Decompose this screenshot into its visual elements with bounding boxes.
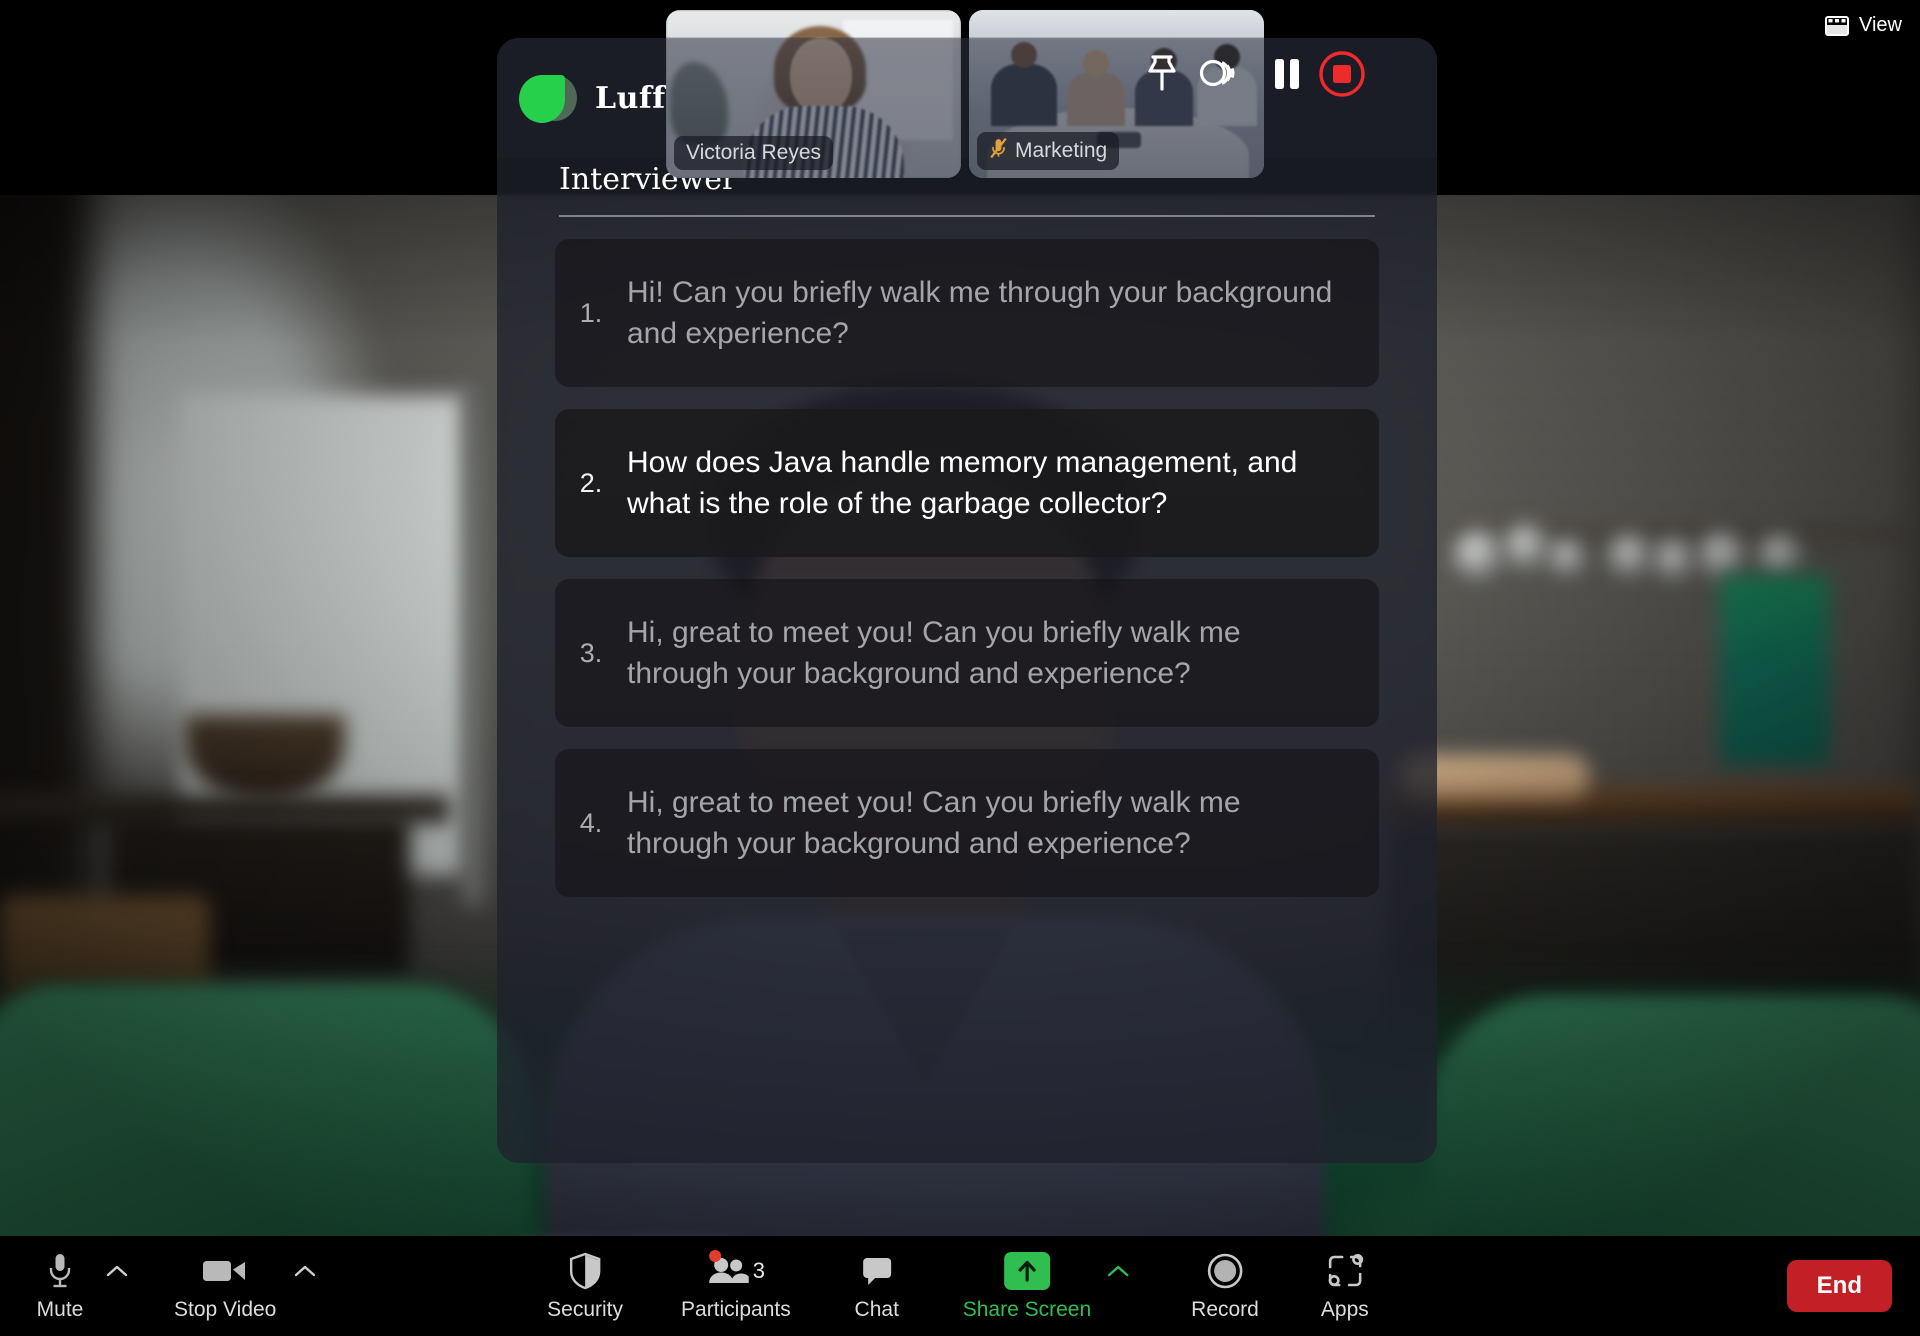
toolbar-left-group: Mute Stop Video: [32, 1250, 320, 1322]
pot-decor: [1760, 535, 1800, 575]
pot-decor: [1700, 533, 1744, 577]
audio-options-caret[interactable]: [102, 1250, 132, 1292]
apps-icon: [1326, 1250, 1364, 1292]
pin-icon[interactable]: [1142, 53, 1182, 95]
question-card[interactable]: 1. Hi! Can you briefly walk me through y…: [555, 239, 1379, 387]
question-card-active[interactable]: 2. How does Java handle memory managemen…: [555, 409, 1379, 557]
security-button-label: Security: [547, 1298, 624, 1321]
participants-icon: 3: [707, 1250, 765, 1292]
video-options-caret[interactable]: [290, 1250, 320, 1292]
pot-decor: [1550, 540, 1584, 574]
pause-icon[interactable]: [1270, 53, 1304, 95]
question-text: Hi, great to meet you! Can you briefly w…: [627, 615, 1241, 690]
stop-video-button[interactable]: Stop Video: [174, 1250, 276, 1322]
question-card[interactable]: 3. Hi, great to meet you! Can you briefl…: [555, 579, 1379, 727]
apps-button-label: Apps: [1320, 1298, 1369, 1321]
chat-bubble-icon: [860, 1250, 894, 1292]
share-screen-options-caret[interactable]: [1103, 1250, 1133, 1292]
copilot-header-actions: [1142, 50, 1366, 98]
participant-name: Victoria Reyes: [686, 141, 822, 164]
record-circle-icon: [1206, 1250, 1244, 1292]
question-text: Hi! Can you briefly walk me through your…: [627, 275, 1333, 350]
question-text: Hi, great to meet you! Can you briefly w…: [627, 785, 1241, 860]
participants-button[interactable]: 3 Participants: [681, 1250, 791, 1322]
sofa-cushion-right: [1430, 995, 1920, 1263]
video-camera-icon: [202, 1250, 248, 1292]
stop-video-button-label: Stop Video: [174, 1298, 277, 1321]
mic-muted-icon: [989, 137, 1008, 165]
share-screen-group: Share Screen: [963, 1250, 1133, 1322]
participant-thumbnail[interactable]: Victoria Reyes: [666, 10, 961, 178]
gallery-view-icon: [1825, 15, 1849, 36]
share-screen-button[interactable]: Share Screen: [963, 1250, 1091, 1322]
toolbar-center-group: Security 3 Participants Chat Share Scree…: [547, 1250, 1373, 1322]
luffa-leaf-logo-icon: [519, 69, 577, 127]
question-number: 4.: [579, 807, 603, 838]
notification-badge-dot: [708, 1250, 721, 1262]
share-screen-button-label: Share Screen: [962, 1298, 1092, 1321]
sofa-cushion-left: [0, 985, 530, 1263]
pot-decor: [1655, 540, 1693, 578]
luffa-copilot-panel: Luffa.AI Interviewer 1. Hi! Can you brie…: [497, 38, 1437, 1163]
question-number: 3.: [579, 637, 603, 668]
participants-button-label: Participants: [681, 1298, 791, 1321]
participants-count: 3: [752, 1258, 765, 1283]
view-button-label: View: [1859, 14, 1902, 36]
chat-button[interactable]: Chat: [849, 1250, 905, 1322]
question-number: 1.: [579, 297, 603, 328]
question-number: 2.: [579, 467, 603, 498]
pot-decor: [1610, 535, 1650, 575]
record-button[interactable]: Record: [1191, 1250, 1259, 1322]
pot-decor: [1455, 531, 1501, 577]
divider-post: [465, 385, 487, 905]
share-screen-icon: [1003, 1250, 1050, 1292]
pot-decor: [1505, 525, 1547, 567]
participant-name: Marketing: [1015, 139, 1108, 162]
view-button[interactable]: View: [1825, 14, 1902, 37]
mute-button[interactable]: Mute: [32, 1250, 88, 1322]
layers-icon[interactable]: [1196, 53, 1242, 95]
mute-button-label: Mute: [36, 1298, 84, 1321]
shield-icon: [568, 1250, 602, 1292]
toolbar-right-group: End: [1786, 1260, 1892, 1312]
record-button-label: Record: [1191, 1298, 1259, 1321]
chat-button-label: Chat: [854, 1298, 899, 1321]
meeting-toolbar: Mute Stop Video Security 3 Participants …: [0, 1236, 1920, 1336]
stop-record-icon[interactable]: [1318, 50, 1366, 98]
security-button[interactable]: Security: [547, 1250, 623, 1322]
question-text: How does Java handle memory management, …: [627, 445, 1298, 520]
apps-button[interactable]: Apps: [1317, 1250, 1373, 1322]
question-card[interactable]: 4. Hi, great to meet you! Can you briefl…: [555, 749, 1379, 897]
end-meeting-button[interactable]: End: [1786, 1260, 1892, 1312]
towel-decor: [1720, 575, 1830, 765]
participant-name-badge: Marketing: [977, 132, 1120, 170]
microphone-icon: [47, 1250, 73, 1292]
participant-name-badge: Victoria Reyes: [674, 136, 834, 170]
zoom-meeting-window: View Luffa.AI Interviewer 1. Hi! Can you…: [0, 0, 1920, 1336]
question-list: 1. Hi! Can you briefly walk me through y…: [497, 217, 1437, 897]
